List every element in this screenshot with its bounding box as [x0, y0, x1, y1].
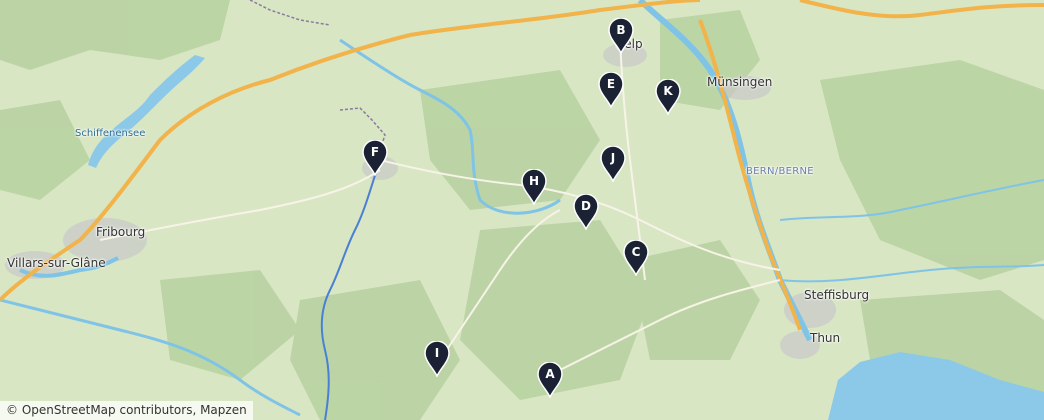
marker-label: E — [606, 77, 616, 91]
place-label-fribourg: Fribourg — [96, 225, 146, 239]
marker-label: J — [610, 151, 616, 165]
place-label-schiffenensee: Schiffenensee — [75, 128, 146, 139]
map-marker-j[interactable]: J — [599, 146, 627, 182]
map-attribution[interactable]: © OpenStreetMap contributors, Mapzen — [0, 401, 253, 420]
marker-label: B — [616, 23, 626, 37]
map-view[interactable]: Belp Münsingen Schiffenensee Fribourg Vi… — [0, 0, 1044, 420]
map-marker-i[interactable]: I — [423, 341, 451, 377]
map-marker-a[interactable]: A — [536, 362, 564, 398]
place-label-steffisburg: Steffisburg — [804, 288, 870, 302]
map-marker-h[interactable]: H — [520, 169, 548, 205]
marker-label: C — [631, 245, 641, 259]
map-marker-k[interactable]: K — [654, 79, 682, 115]
map-marker-c[interactable]: C — [622, 240, 650, 276]
place-label-bern: BERN/BERNE — [746, 166, 814, 177]
map-marker-f[interactable]: F — [361, 140, 389, 176]
map-marker-d[interactable]: D — [572, 194, 600, 230]
marker-label: F — [370, 145, 380, 159]
marker-label: A — [545, 367, 555, 381]
place-label-muensingen: Münsingen — [707, 75, 773, 89]
place-label-thun: Thun — [810, 331, 841, 345]
place-label-villars-sur-glane: Villars-sur-Glâne — [7, 256, 106, 270]
marker-label: H — [528, 174, 540, 188]
map-marker-e[interactable]: E — [597, 72, 625, 108]
marker-label: D — [581, 199, 591, 213]
map-marker-b[interactable]: B — [607, 18, 635, 54]
marker-label: K — [663, 84, 673, 98]
marker-label: I — [434, 346, 440, 360]
map-base-layer — [0, 0, 1044, 420]
